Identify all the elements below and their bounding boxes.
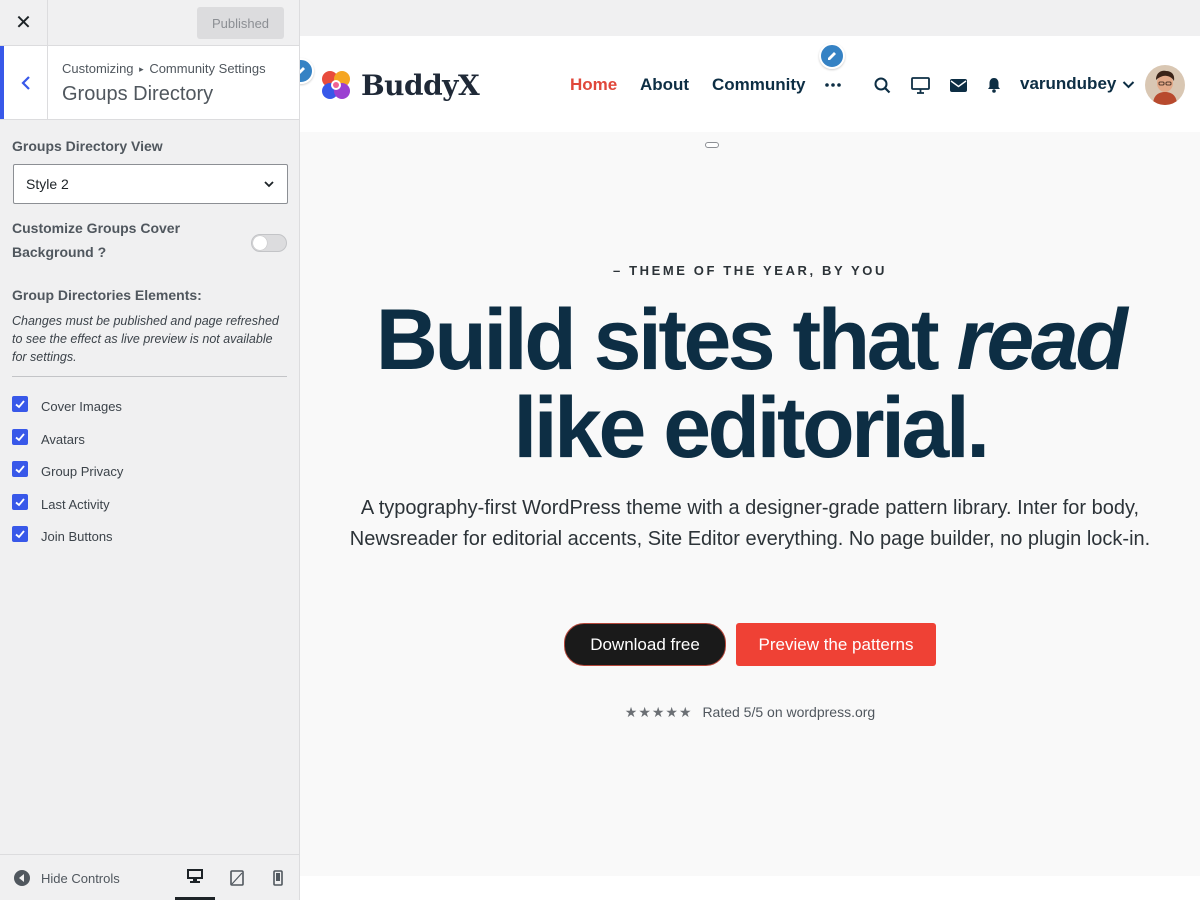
back-icon[interactable] [0, 46, 48, 119]
avatar[interactable] [1145, 65, 1185, 105]
hero-subtext: A typography-first WordPress theme with … [349, 497, 1151, 550]
collapse-icon [14, 870, 30, 886]
preview-top-strip [300, 0, 1200, 36]
edit-shortcut-icon[interactable] [300, 58, 314, 84]
close-icon[interactable]: ✕ [0, 0, 48, 45]
download-free-button[interactable]: Download free [564, 623, 726, 666]
monitor-icon[interactable] [910, 75, 930, 95]
elements-description: Changes must be published and page refre… [12, 314, 279, 364]
rating: ★★★★★ Rated 5/5 on wordpress.org [300, 704, 1200, 721]
checkbox-label: Cover Images [41, 399, 122, 414]
headline-italic: read [956, 292, 1128, 388]
logo-mark-icon [322, 71, 350, 99]
desktop-preview-icon[interactable] [175, 855, 215, 900]
bell-icon[interactable] [984, 75, 1004, 95]
nav-item-home[interactable]: Home [570, 75, 617, 95]
checkbox-label: Last Activity [41, 496, 110, 512]
checkmark-icon[interactable] [12, 526, 28, 542]
checkbox-last-activity[interactable]: Last Activity [12, 493, 288, 527]
sidebar-footer: Hide Controls [0, 854, 299, 900]
site-preview: BuddyX Home About Community varundubey –… [300, 0, 1200, 900]
checkbox-avatars[interactable]: Avatars [12, 428, 288, 462]
mobile-preview-icon[interactable] [258, 855, 298, 900]
checkmark-icon[interactable] [12, 396, 28, 412]
chevron-down-icon [263, 177, 275, 193]
elements-checklist: Cover Images Avatars Group Privacy Last … [12, 396, 288, 559]
checkmark-icon[interactable] [12, 461, 28, 477]
more-menu-icon[interactable] [823, 75, 843, 95]
hide-controls-button[interactable]: Hide Controls [14, 870, 120, 886]
cover-bg-toggle[interactable] [251, 234, 287, 252]
breadcrumb-section: Community Settings [149, 61, 266, 76]
breadcrumb-root: Customizing [62, 61, 134, 76]
checkmark-icon[interactable] [12, 493, 28, 510]
hero-headline: Build sites that read like editorial. [320, 296, 1180, 472]
customizer-sidebar: ✕ Published Customizing ▸ Community Sett… [0, 0, 300, 900]
star-rating-icon: ★★★★★ [624, 704, 693, 720]
cover-bg-label: Customize Groups Cover Background ? [12, 220, 181, 260]
username: varundubey [1020, 74, 1117, 93]
directory-view-label: Groups Directory View [12, 138, 163, 154]
tablet-preview-icon[interactable] [217, 855, 257, 900]
breadcrumb-separator-icon: ▸ [139, 64, 144, 74]
directory-view-select[interactable]: Style 2 [13, 164, 288, 204]
section-title: Groups Directory [62, 83, 214, 105]
section-header: Customizing ▸ Community Settings Groups … [0, 46, 299, 120]
toggle-knob [253, 236, 267, 250]
checkbox-join-buttons[interactable]: Join Buttons [12, 526, 288, 559]
sidebar-topbar: ✕ Published [0, 0, 299, 46]
site-header: BuddyX Home About Community varundubey [300, 36, 1200, 132]
headline-part1: Build sites that [375, 292, 957, 388]
preview-patterns-button[interactable]: Preview the patterns [736, 623, 936, 666]
directory-view-value: Style 2 [26, 176, 69, 192]
resize-handle[interactable] [705, 142, 719, 148]
divider [12, 376, 287, 377]
hide-controls-label: Hide Controls [41, 870, 120, 886]
nav-item-about[interactable]: About [640, 75, 689, 95]
elements-label: Group Directories Elements: [12, 287, 202, 303]
search-icon[interactable] [872, 75, 892, 95]
user-menu[interactable]: varundubey [1020, 74, 1135, 94]
checkbox-label: Group Privacy [41, 464, 124, 479]
rating-text: Rated 5/5 on wordpress.org [702, 704, 876, 720]
headline-part2: like editorial. [513, 380, 990, 476]
next-section-band [300, 876, 1200, 900]
publish-button[interactable]: Published [197, 7, 284, 39]
checkmark-icon[interactable] [12, 428, 28, 445]
checkbox-label: Join Buttons [41, 529, 113, 544]
chevron-down-icon [1122, 74, 1135, 94]
hero-eyebrow: – THEME OF THE YEAR, BY YOU [613, 263, 887, 278]
logo-text: BuddyX [361, 68, 480, 102]
checkbox-cover-images[interactable]: Cover Images [12, 396, 288, 429]
nav-item-community[interactable]: Community [712, 75, 806, 95]
site-logo[interactable]: BuddyX [317, 66, 480, 104]
breadcrumb: Customizing ▸ Community Settings [62, 61, 266, 76]
edit-shortcut-icon[interactable] [819, 43, 845, 69]
checkbox-label: Avatars [41, 431, 85, 447]
checkbox-group-privacy[interactable]: Group Privacy [12, 461, 288, 494]
mail-icon[interactable] [948, 75, 968, 95]
